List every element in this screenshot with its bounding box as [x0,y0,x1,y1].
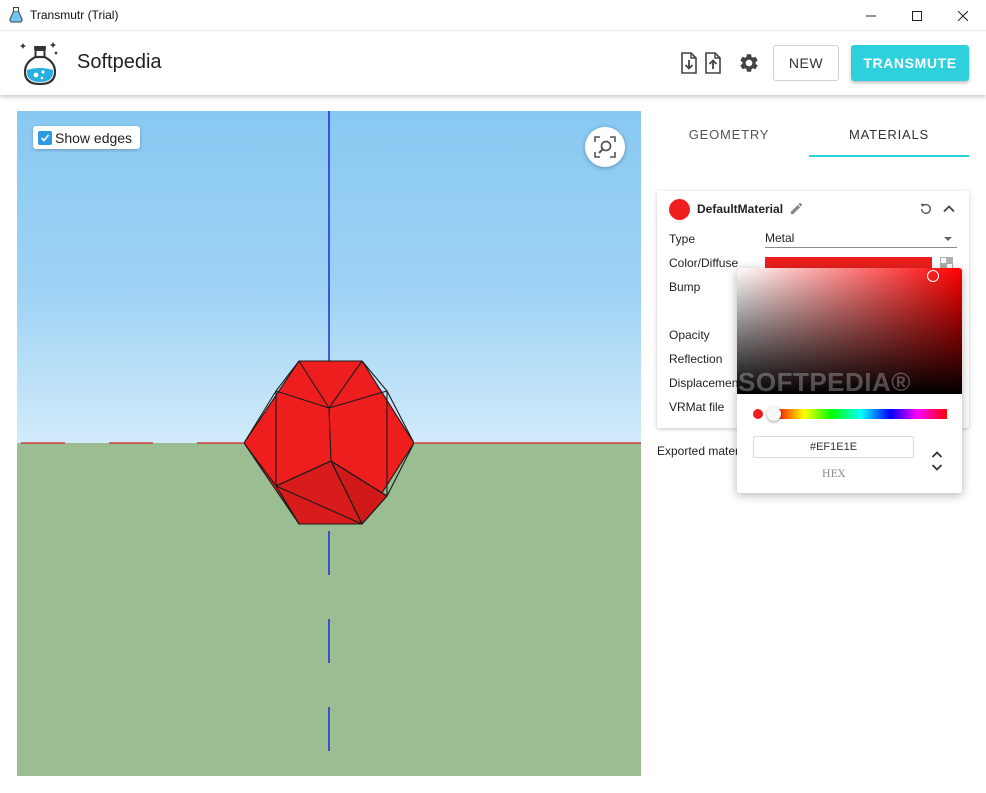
export-icon [705,52,721,74]
watermark: SOFTPEDIA® [738,367,911,397]
import-button[interactable] [677,51,701,75]
hue-slider[interactable] [775,409,947,419]
reset-icon[interactable] [918,201,934,217]
saturation-handle[interactable] [927,270,939,282]
show-edges-toggle[interactable]: Show edges [33,126,141,149]
brand-name: Softpedia [77,51,162,73]
minimize-icon [866,15,876,16]
flask-icon [9,7,23,23]
hex-format-label: HEX [821,469,846,480]
3d-model [243,360,415,525]
opacity-label: Opacity [669,328,710,342]
export-button[interactable] [701,51,725,75]
caret-down-icon [944,237,952,241]
gear-icon [740,54,758,72]
import-icon [681,52,697,74]
tab-materials[interactable]: MATERIALS [809,111,969,157]
vrmat-file-label: VRMat file [669,400,725,414]
3d-viewport[interactable]: Show edges [17,111,641,776]
tab-geometry[interactable]: GEOMETRY [649,111,809,157]
app-header: Softpedia NEW TRANSMUTE [0,31,986,95]
color-preview [753,409,763,419]
type-select-value: Metal [765,231,795,245]
color-diffuse-label: Color/Diffuse [669,256,739,270]
material-color-swatch[interactable] [669,199,690,220]
window-titlebar: Transmutr (Trial) [0,0,986,31]
pencil-icon[interactable] [789,201,804,216]
new-button[interactable]: NEW [773,45,839,81]
format-toggle-icon[interactable] [930,449,944,473]
color-picker-popup: SOFTPEDIA® #EF1E1E HEX [737,268,962,493]
hex-input[interactable]: #EF1E1E [753,436,914,458]
window-title: Transmutr (Trial) [30,8,119,22]
maximize-button[interactable] [894,0,940,31]
checkbox-checked-icon[interactable] [38,130,52,145]
exported-materials-text: Exported mater [657,444,740,458]
logo-flask-icon [20,42,58,86]
material-name: DefaultMaterial [697,202,784,216]
hue-slider-handle[interactable] [767,407,781,421]
active-tab-indicator [809,155,969,157]
displacement-label: Displacement [669,376,742,390]
show-edges-label: Show edges [55,129,133,146]
maximize-icon [912,10,922,21]
zoom-extents-icon [594,136,616,158]
type-label: Type [669,232,696,246]
transmute-button[interactable]: TRANSMUTE [851,45,969,81]
zoom-fit-button[interactable] [585,127,625,167]
scene-render [21,111,641,751]
chevron-up-icon[interactable] [941,201,957,217]
close-icon [958,10,968,21]
bump-label: Bump [669,280,701,294]
settings-button[interactable] [737,51,761,75]
type-select[interactable]: Metal [765,231,957,248]
close-button[interactable] [940,0,986,31]
minimize-button[interactable] [848,0,894,31]
reflection-label: Reflection [669,352,723,366]
